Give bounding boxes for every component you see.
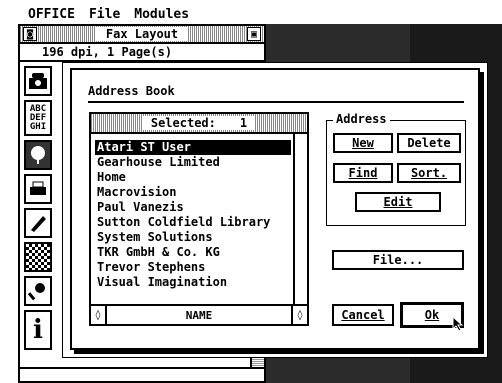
delete-button-label: Delete bbox=[407, 136, 451, 150]
menu-bar: OFFICE File Modules bbox=[22, 4, 502, 24]
menu-office[interactable]: OFFICE bbox=[28, 7, 75, 22]
cancel-button[interactable]: Cancel bbox=[332, 304, 394, 326]
list-item[interactable]: TKR GmbH & Co. KG bbox=[95, 245, 291, 260]
selected-count: 1 bbox=[239, 116, 248, 130]
file-button-label: File... bbox=[372, 253, 424, 267]
list-item[interactable]: System Solutions bbox=[95, 230, 291, 245]
address-list: Selected: 1 Atari ST User Gearhouse Limi… bbox=[89, 112, 309, 326]
mouse-cursor-icon bbox=[452, 315, 464, 336]
pen-icon[interactable] bbox=[24, 208, 52, 238]
list-item[interactable]: Visual Imagination bbox=[95, 275, 291, 290]
file-button[interactable]: File... bbox=[332, 250, 464, 270]
menu-modules[interactable]: Modules bbox=[134, 7, 189, 22]
delete-button[interactable]: Delete bbox=[397, 133, 461, 153]
address-book-dialog: Address Book Selected: 1 Atari ST User G… bbox=[70, 68, 480, 350]
list-footer: ◊ NAME ◊ bbox=[91, 304, 307, 324]
ok-button-label: Ok bbox=[424, 308, 440, 322]
toolbar: ABC DEF GHI i bbox=[24, 66, 52, 366]
address-group-label: Address bbox=[333, 112, 390, 126]
menu-file[interactable]: File bbox=[89, 7, 120, 22]
selected-label: Selected: bbox=[150, 116, 216, 130]
list-item-selected[interactable]: Atari ST User bbox=[95, 140, 291, 155]
edit-button-label: Edit bbox=[383, 195, 413, 209]
window-info-line: 196 dpi, 1 Page(s) bbox=[20, 44, 264, 62]
find-button[interactable]: Find bbox=[333, 163, 393, 183]
ghi-label: GHI bbox=[29, 121, 47, 132]
list-header: Selected: 1 bbox=[91, 114, 307, 134]
list-item[interactable]: Trevor Stephens bbox=[95, 260, 291, 275]
window-title-bar[interactable]: ◙ Fax Layout ▣ bbox=[20, 26, 264, 44]
cancel-button-label: Cancel bbox=[341, 308, 385, 322]
info-icon[interactable]: i bbox=[24, 310, 52, 350]
sort-field-label: NAME bbox=[185, 308, 213, 322]
new-button-label: New bbox=[352, 136, 374, 150]
tree-icon[interactable] bbox=[24, 140, 52, 170]
list-item[interactable]: Home bbox=[95, 170, 291, 185]
window-horizontal-scrollbar[interactable] bbox=[20, 367, 264, 381]
left-arrow-icon[interactable]: ◊ bbox=[91, 306, 107, 324]
address-book-icon[interactable]: ABC DEF GHI bbox=[24, 100, 52, 136]
find-button-label: Find bbox=[348, 166, 378, 180]
sort-button-label: Sort. bbox=[410, 166, 448, 180]
address-group: Address New Delete Find Sort. Edit bbox=[326, 112, 466, 226]
fullscreen-icon[interactable]: ▣ bbox=[247, 27, 261, 41]
telephone-icon[interactable] bbox=[24, 66, 52, 96]
right-arrow-icon[interactable]: ◊ bbox=[291, 306, 307, 324]
list-scrollbar[interactable] bbox=[293, 134, 307, 304]
close-icon[interactable]: ◙ bbox=[23, 27, 37, 41]
list-item[interactable]: Sutton Coldfield Library bbox=[95, 215, 291, 230]
printer-icon[interactable] bbox=[24, 174, 52, 204]
dialog-title: Address Book bbox=[88, 84, 175, 98]
list-items: Atari ST User Gearhouse Limited Home Mac… bbox=[95, 140, 291, 290]
list-item[interactable]: Gearhouse Limited bbox=[95, 155, 291, 170]
edit-button[interactable]: Edit bbox=[355, 192, 441, 212]
sort-button[interactable]: Sort. bbox=[397, 163, 461, 183]
list-item[interactable]: Paul Vanezis bbox=[95, 200, 291, 215]
magnifier-icon[interactable] bbox=[24, 276, 52, 306]
new-button[interactable]: New bbox=[333, 133, 393, 153]
window-title: Fax Layout bbox=[95, 27, 189, 41]
list-item[interactable]: Macrovision bbox=[95, 185, 291, 200]
pattern-icon[interactable] bbox=[24, 242, 52, 272]
title-divider bbox=[88, 101, 464, 103]
